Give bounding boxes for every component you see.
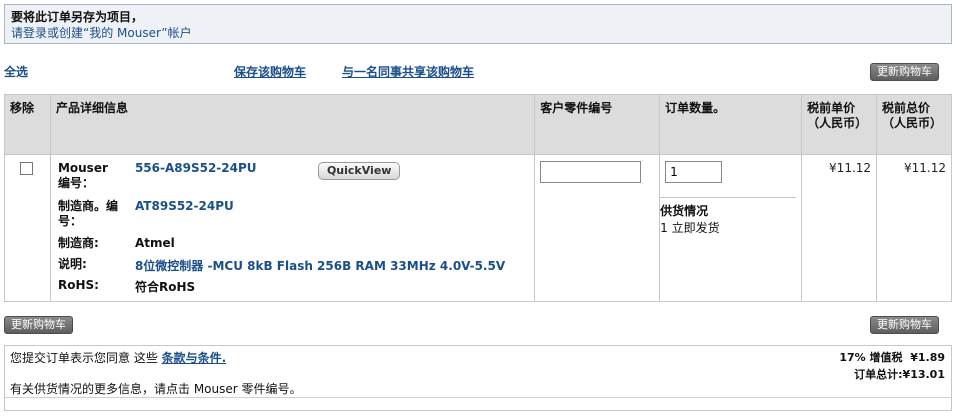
terms-notice: 您提交订单表示您同意 这些 条款与条件.: [10, 349, 226, 366]
remove-cell: [4, 154, 51, 302]
vat-label: 17% 增值税: [839, 351, 903, 364]
vat-value: ¥1.89: [910, 351, 945, 364]
rohs-value: 符合RoHS: [134, 280, 196, 294]
update-cart-button-bottom-left[interactable]: 更新购物车: [4, 316, 73, 334]
rohs-label: RoHS:: [57, 278, 99, 292]
table-header-row: 移除 产品详细信息 客户零件编号 订单数量。 税前单价（人民币） 税前总价（人民…: [4, 94, 952, 155]
table-row: Mouser 编号： 556-A89S52-24PU QuickView 制造商…: [4, 154, 952, 302]
product-detail-cell: Mouser 编号： 556-A89S52-24PU QuickView 制造商…: [49, 154, 536, 302]
quickview-button[interactable]: QuickView: [317, 162, 401, 180]
header-remove: 移除: [4, 94, 51, 155]
header-product-details: 产品详细信息: [49, 94, 536, 155]
product-detail: Mouser 编号： 556-A89S52-24PU QuickView 制造商…: [56, 161, 529, 295]
total-price-cell: ¥11.12: [876, 154, 952, 302]
customer-part-cell: [534, 154, 661, 302]
terms-link[interactable]: 条款与条件.: [162, 351, 227, 365]
order-summary: 您提交订单表示您同意 这些 条款与条件. 有关供货情况的更多信息，请点击 Mou…: [4, 345, 952, 411]
mfr-part-link[interactable]: AT89S52-24PU: [135, 199, 234, 213]
header-total-price: 税前总价（人民币）: [876, 94, 952, 155]
account-banner: 要将此订单另存为项目， 请登录或创建“我的 Mouser”帐户: [4, 4, 952, 44]
terms-prefix: 您提交订单表示您同意 这些: [10, 351, 162, 365]
cart-table: 移除 产品详细信息 客户零件编号 订单数量。 税前单价（人民币） 税前总价（人民…: [4, 94, 952, 302]
header-unit-price: 税前单价（人民币）: [801, 94, 878, 155]
share-cart-link[interactable]: 与一名同事共享该购物车: [342, 63, 474, 80]
quantity-input[interactable]: [665, 161, 723, 183]
desc-value: 8位微控制器 -MCU 8kB Flash 256B RAM 33MHz 4.0…: [134, 259, 506, 273]
update-cart-button-top[interactable]: 更新购物车: [870, 63, 939, 81]
save-cart-link[interactable]: 保存该购物车: [234, 63, 306, 80]
mouser-no-label: Mouser 编号：: [57, 161, 108, 190]
order-total-label: 订单总计:: [854, 368, 903, 381]
order-total-value: ¥13.01: [902, 368, 945, 381]
availability-title: 供货情况: [660, 204, 709, 218]
unit-price-cell: ¥11.12: [801, 154, 878, 302]
mfr-value: Atmel: [134, 236, 175, 250]
vat-line: 17% 增值税 ¥1.89: [839, 349, 945, 365]
availability-divider: [660, 197, 797, 198]
header-customer-part: 客户零件编号: [534, 94, 661, 155]
availability-note: 有关供货情况的更多信息，请点击 Mouser 零件编号。: [10, 382, 302, 396]
cart-actions: 全选 保存该购物车 与一名同事共享该购物车: [0, 63, 962, 83]
banner-heading: 要将此订单另存为项目，: [11, 10, 144, 24]
remove-checkbox[interactable]: [20, 162, 33, 175]
header-quantity: 订单数量。: [659, 94, 803, 155]
order-total-line: 订单总计:¥13.01: [854, 366, 945, 382]
update-cart-button-bottom-right[interactable]: 更新购物车: [870, 316, 939, 334]
summary-divider: [5, 397, 951, 398]
login-create-account-link[interactable]: 请登录或创建“我的 Mouser”帐户: [11, 26, 192, 40]
customer-part-input[interactable]: [540, 161, 642, 183]
mfr-no-label: 制造商。编号：: [57, 199, 118, 228]
quantity-cell: 供货情况 1 立即发货: [659, 154, 803, 302]
desc-label: 说明:: [57, 257, 87, 271]
mouser-part-link[interactable]: 556-A89S52-24PU: [135, 161, 257, 175]
availability-value: 1 立即发货: [660, 221, 720, 235]
mfr-label: 制造商:: [57, 236, 99, 250]
select-all-link[interactable]: 全选: [4, 63, 28, 80]
